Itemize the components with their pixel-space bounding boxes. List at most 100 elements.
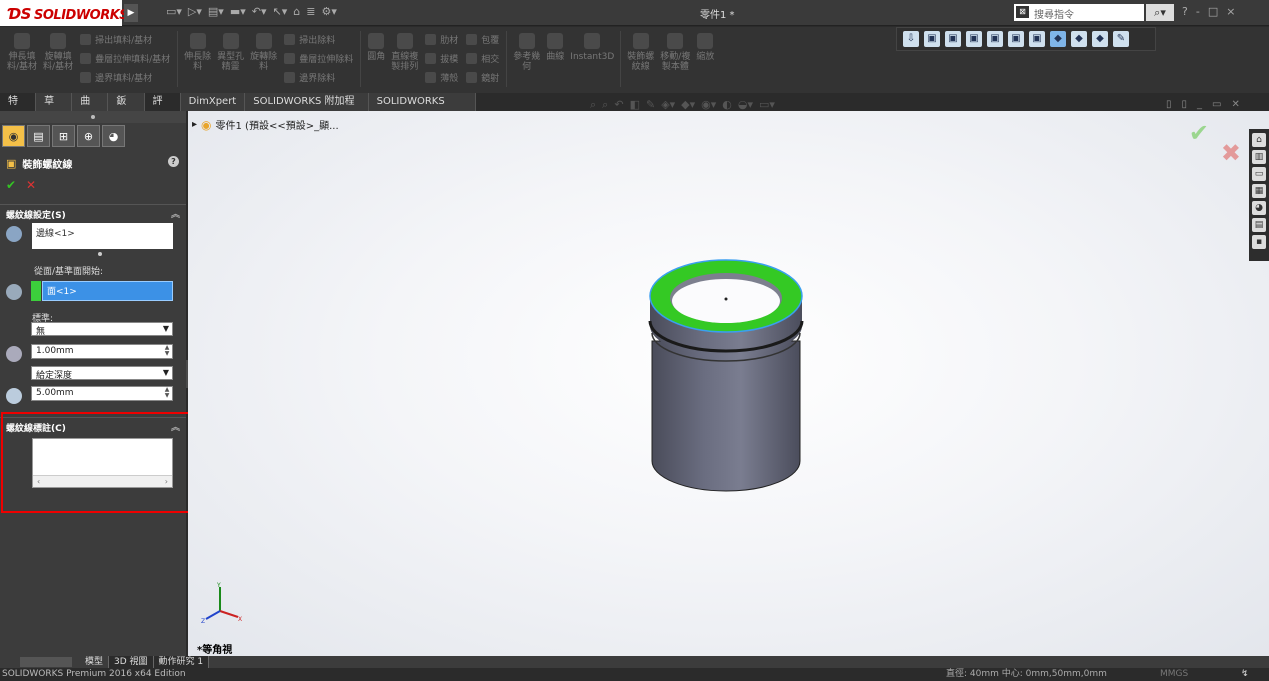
tab-3d-views[interactable]: 3D 視圖 <box>109 656 154 668</box>
viewport-minimize-icon[interactable]: _ <box>1197 99 1202 110</box>
extruded-cut-button[interactable]: 伸長除 料 <box>181 31 214 89</box>
spin-arrows-icon[interactable]: ▲ ▼ <box>163 345 171 358</box>
display-manager-tab-icon[interactable]: ◕ <box>102 125 125 147</box>
instant3d-button[interactable]: Instant3D <box>567 31 617 89</box>
move-copy-body-button[interactable]: 移動/複 製本體 <box>657 31 693 89</box>
print-icon[interactable]: ▬▾ <box>230 5 246 18</box>
reference-geometry-button[interactable]: 參考幾 何 <box>510 31 543 89</box>
rebuild-icon[interactable]: ⌂ <box>293 5 300 18</box>
tab-surfaces[interactable]: 曲面 <box>72 93 109 125</box>
swept-boss-button[interactable]: 掃出填料/基材 <box>80 33 170 46</box>
edge-selection-box[interactable]: 邊線<1> <box>32 223 173 249</box>
face-selection-box[interactable]: 面<1> <box>42 281 173 301</box>
display-style-icon[interactable]: ◆▾ <box>681 98 695 112</box>
thread-settings-header[interactable]: 螺紋線設定(S) ︽ <box>0 204 186 221</box>
tab-motion-study[interactable]: 動作研究 1 <box>153 656 210 668</box>
viewport-tile-icon[interactable]: ▯ <box>1182 99 1188 110</box>
viewport-close-icon[interactable]: ✕ <box>1231 99 1239 110</box>
3d-model-cylinder[interactable] <box>188 111 1269 656</box>
close-icon[interactable]: × <box>1226 5 1235 18</box>
tab-sheet-metal[interactable]: 鈑金 <box>108 93 145 125</box>
bottom-view-icon[interactable]: ▣ <box>1029 31 1045 47</box>
edit-appearance-icon[interactable]: ◐ <box>722 98 732 112</box>
restore-icon[interactable]: □ <box>1208 5 1218 18</box>
rib-button[interactable]: 肋材 <box>425 33 458 46</box>
scale-button[interactable]: 縮放 <box>693 31 717 89</box>
dynamic-annotation-icon[interactable]: ✎ <box>646 98 655 112</box>
lofted-cut-button[interactable]: 疊層拉伸除料 <box>284 52 353 65</box>
search-button[interactable]: ⌕▾ <box>1146 4 1174 21</box>
trimetric-view-icon[interactable]: ◆ <box>1071 31 1087 47</box>
lofted-boss-button[interactable]: 疊層拉伸填料/基材 <box>80 52 170 65</box>
tab-addins[interactable]: SOLIDWORKS 附加程式 <box>245 93 369 125</box>
draft-button[interactable]: 拔模 <box>425 52 458 65</box>
resize-dot[interactable] <box>98 252 102 256</box>
left-view-icon[interactable]: ▣ <box>966 31 982 47</box>
tab-sketch[interactable]: 草圖 <box>36 93 73 125</box>
viewport-split-icon[interactable]: ▯ <box>1166 99 1172 110</box>
section-view-icon[interactable]: ◧ <box>630 98 640 112</box>
right-view-icon[interactable]: ▣ <box>987 31 1003 47</box>
zoom-to-fit-icon[interactable]: ⌕ <box>590 98 596 112</box>
spin-arrows-icon[interactable]: ▲ ▼ <box>163 387 171 400</box>
dimetric-view-icon[interactable]: ◆ <box>1092 31 1108 47</box>
file-properties-icon[interactable]: ≣ <box>306 5 315 18</box>
linear-pattern-button[interactable]: 直線複 製排列 <box>388 31 421 89</box>
feature-manager-tab-icon[interactable]: ◉ <box>2 125 25 147</box>
swept-cut-button[interactable]: 掃出除料 <box>284 33 353 46</box>
minimize-icon[interactable]: - <box>1196 5 1200 18</box>
boundary-boss-button[interactable]: 邊界填料/基材 <box>80 71 170 84</box>
wrap-button[interactable]: 包覆 <box>466 33 499 46</box>
mirror-button[interactable]: 鏡射 <box>466 71 499 84</box>
dimxpert-manager-tab-icon[interactable]: ⊕ <box>77 125 100 147</box>
tab-features[interactable]: 特徵 <box>0 93 37 125</box>
viewport-restore-icon[interactable]: ▭ <box>1212 99 1221 110</box>
diameter-spinner[interactable]: 1.00mm ▲ ▼ <box>31 344 173 359</box>
panel-resize-handle[interactable] <box>0 111 186 123</box>
intersect-button[interactable]: 相交 <box>466 52 499 65</box>
property-manager-tab-icon[interactable]: ▤ <box>27 125 50 147</box>
shell-button[interactable]: 薄殼 <box>425 71 458 84</box>
tab-model[interactable]: 模型 <box>80 656 110 668</box>
collapse-chevron-icon[interactable]: ︽ <box>171 207 180 220</box>
back-view-icon[interactable]: ▣ <box>945 31 961 47</box>
select-icon[interactable]: ↖▾ <box>273 5 288 18</box>
help-icon[interactable]: ? <box>168 156 179 167</box>
view-selector-icon[interactable]: ✎ <box>1113 31 1129 47</box>
previous-view-icon[interactable]: ↶ <box>614 98 623 112</box>
tab-navigation-arrows[interactable] <box>20 657 72 667</box>
curves-button[interactable]: 曲線 <box>543 31 567 89</box>
fillet-button[interactable]: 圓角 <box>364 31 388 89</box>
help-icon[interactable]: ? <box>1182 5 1188 18</box>
standard-dropdown[interactable]: 無 ▼ <box>31 322 173 337</box>
isometric-view-icon[interactable]: ◆ <box>1050 31 1066 47</box>
save-icon[interactable]: ▤▾ <box>208 5 224 18</box>
cancel-x-icon[interactable]: ✕ <box>26 178 36 192</box>
tab-dimxpert[interactable]: DimXpert <box>180 93 246 111</box>
revolved-cut-button[interactable]: 旋轉除 料 <box>247 31 280 89</box>
revolved-boss-button[interactable]: 旋轉填 料/基材 <box>40 31 76 89</box>
boundary-cut-button[interactable]: 邊界除料 <box>284 71 353 84</box>
ok-checkmark-icon[interactable]: ✔ <box>6 178 16 192</box>
depth-spinner[interactable]: 5.00mm ▲ ▼ <box>31 386 173 401</box>
graphics-area[interactable]: ▸ ◉ 零件1 (預設<<預設>_顯... ✔ ✖ ⌂ ▥ ▭ ▦ ◕ ▤ ▪ <box>188 111 1269 656</box>
menu-expand-arrow-icon[interactable]: ▶ <box>124 4 138 22</box>
tab-mbd[interactable]: SOLIDWORKS MBD <box>368 93 476 125</box>
hide-show-items-icon[interactable]: ◉▾ <box>701 98 716 112</box>
zoom-to-area-icon[interactable]: ⌕ <box>602 98 608 112</box>
open-file-icon[interactable]: ▷▾ <box>188 5 202 18</box>
apply-scene-icon[interactable]: ◒▾ <box>738 98 753 112</box>
cosmetic-thread-button[interactable]: 裝飾螺 紋線 <box>624 31 657 89</box>
normal-to-icon[interactable]: ⇩ <box>903 31 919 47</box>
new-file-icon[interactable]: ▭▾ <box>166 5 182 18</box>
command-search-input[interactable]: ⊠ 搜尋指令 <box>1014 4 1144 21</box>
extruded-boss-button[interactable]: 伸長填 料/基材 <box>4 31 40 89</box>
solidworks-logo[interactable]: ƊS SOLIDWORKS <box>0 0 129 26</box>
unit-system-selector[interactable]: MMGS <box>1160 668 1188 681</box>
view-settings-icon[interactable]: ▭▾ <box>759 98 775 112</box>
status-settings-icon[interactable]: ↯ <box>1241 668 1249 681</box>
end-condition-dropdown[interactable]: 給定深度 ▼ <box>31 366 173 381</box>
options-gear-icon[interactable]: ⚙▾ <box>321 5 336 18</box>
view-orientation-icon[interactable]: ◈▾ <box>661 98 675 112</box>
front-view-icon[interactable]: ▣ <box>924 31 940 47</box>
